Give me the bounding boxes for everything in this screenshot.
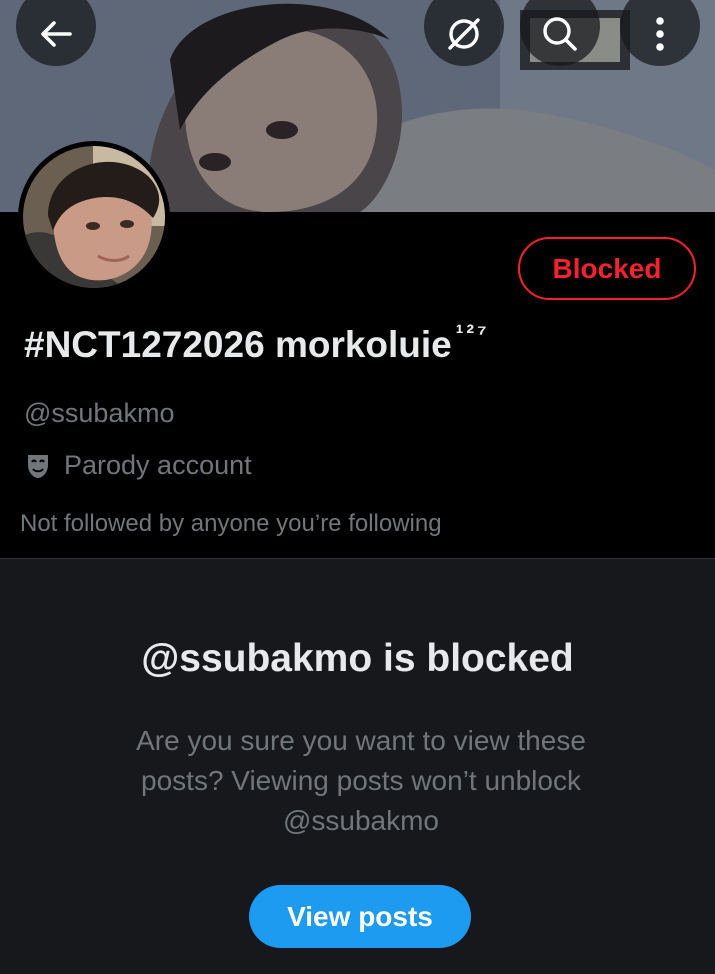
arrow-left-icon (41, 21, 72, 47)
grok-icon (448, 18, 480, 50)
profile-handle: @ssubakmo (24, 398, 175, 428)
theater-mask-icon (28, 454, 48, 478)
parody-account-label: Parody account (64, 450, 252, 480)
blocked-button[interactable]: Blocked (518, 237, 696, 300)
search-icon (543, 17, 577, 51)
profile-display-name: #NCT1272026 morkoluie ¹²⁷ (24, 322, 490, 365)
view-posts-button[interactable]: View posts (249, 885, 471, 948)
blocked-notice: @ssubakmo is blocked Are you sure you wa… (0, 558, 715, 974)
profile-avatar[interactable] (18, 141, 170, 293)
blocked-notice-description: Are you sure you want to view these post… (136, 725, 586, 836)
blocked-notice-title: @ssubakmo is blocked (141, 637, 574, 680)
display-name-text: #NCT1272026 morkoluie (24, 324, 452, 365)
display-name-suffix: ¹²⁷ (455, 320, 490, 346)
followers-you-know[interactable]: Not followed by anyone you’re following (20, 510, 442, 538)
parody-label-row[interactable]: Parody account (26, 450, 252, 481)
profile-screen: Blocked #NCT1272026 morkoluie ¹²⁷ @ssubak… (0, 0, 715, 974)
avatar-photo (23, 146, 165, 288)
more-vertical-icon (656, 17, 664, 51)
